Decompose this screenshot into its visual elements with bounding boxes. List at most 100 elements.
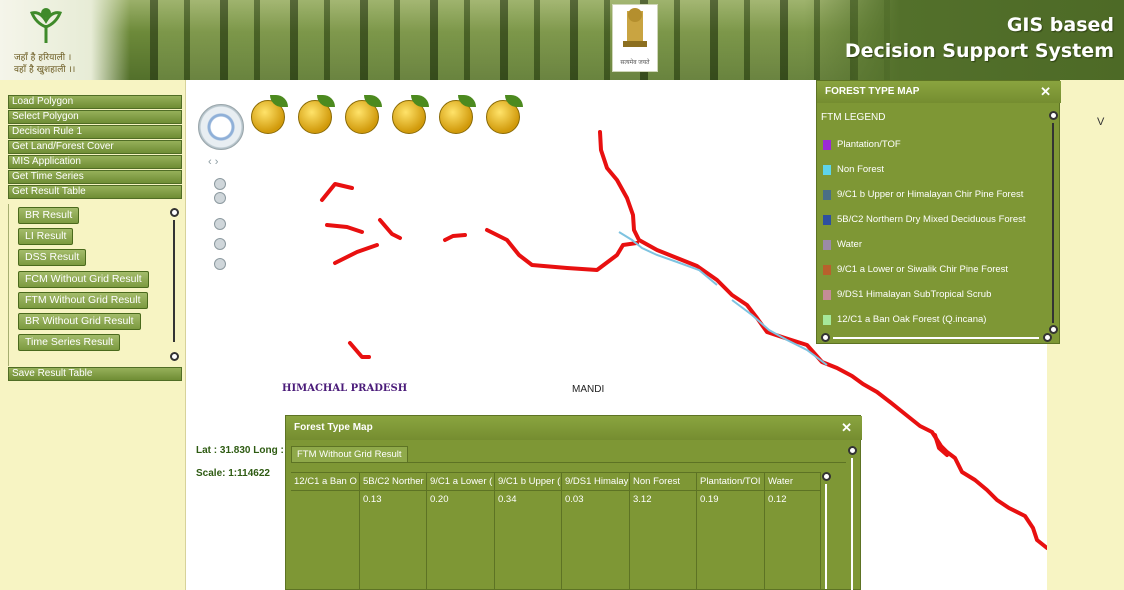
- pan-hand-icon[interactable]: [214, 218, 226, 230]
- legend-subtitle: FTM LEGEND: [821, 112, 886, 123]
- tab-ftm-without-grid[interactable]: FTM Without Grid Result: [291, 446, 408, 463]
- layer-map-icon[interactable]: [251, 95, 288, 134]
- national-emblem: सत्यमेव जयते: [612, 4, 658, 72]
- coordinate-readout: Lat : 31.830 Long : 7: [196, 445, 293, 456]
- legend-item: 5B/C2 Northern Dry Mixed Deciduous Fores…: [823, 213, 1026, 227]
- menu-save-result-table[interactable]: Save Result Table: [8, 367, 182, 381]
- br-without-grid-button[interactable]: BR Without Grid Result: [18, 313, 141, 330]
- legend-swatch: [823, 190, 831, 200]
- emblem-motto: सत्यमेव जयते: [620, 60, 650, 66]
- popup-close-icon[interactable]: ✕: [841, 420, 852, 436]
- menu-land-forest-cover[interactable]: Get Land/Forest Cover: [8, 140, 182, 154]
- legend-swatch: [823, 165, 831, 175]
- legend-swatch: [823, 315, 831, 325]
- stream-f: [348, 341, 371, 359]
- scroll-top-handle[interactable]: [822, 472, 831, 481]
- popup-title: Forest Type Map: [286, 416, 862, 440]
- legend-icon[interactable]: [298, 95, 335, 134]
- slogan-line2: वहाँ है खुशहाली ।।: [14, 65, 76, 75]
- scroll-track-line: [1052, 123, 1054, 323]
- info-icon[interactable]: [439, 95, 476, 134]
- header-banner: जहाँ है हरियाली । वहाँ है खुशहाली ।। सत्…: [0, 0, 1124, 80]
- legend-item: Non Forest: [823, 163, 884, 177]
- grid-header[interactable]: 9/C1 b Upper (: [495, 473, 561, 491]
- grid-header[interactable]: Plantation/TOI: [697, 473, 764, 491]
- grid-header[interactable]: 12/C1 a Ban O: [291, 473, 359, 491]
- legend-vertical-scrollbar[interactable]: [1049, 111, 1059, 335]
- grid-header[interactable]: Water: [765, 473, 820, 491]
- menu-get-time-series[interactable]: Get Time Series: [8, 170, 182, 184]
- stream-e: [443, 233, 467, 242]
- scroll-top-handle[interactable]: [1049, 111, 1058, 120]
- grid-header[interactable]: Non Forest: [630, 473, 696, 491]
- legend-swatch: [823, 290, 831, 300]
- grid-cell: 3.12: [633, 494, 652, 505]
- grid-cell: 0.34: [498, 494, 517, 505]
- state-label: HIMACHAL PRADESH: [282, 383, 408, 394]
- menu-decision-rule[interactable]: Decision Rule 1: [8, 125, 182, 139]
- pan-navigation-wheel[interactable]: [198, 104, 244, 150]
- zoom-box-out-icon[interactable]: [214, 258, 226, 270]
- legend-item: 9/DS1 Himalayan SubTropical Scrub: [823, 288, 991, 302]
- app-window: जहाँ है हरियाली । वहाँ है खुशहाली ।। सत्…: [0, 0, 1124, 590]
- scroll-top-handle[interactable]: [848, 446, 857, 455]
- legend-swatch: [823, 265, 831, 275]
- legend-item: Plantation/TOF: [823, 138, 901, 152]
- pan-arrows-icon[interactable]: ‹ ›: [208, 156, 218, 168]
- menu-mis-application[interactable]: MIS Application: [8, 155, 182, 169]
- tab-divider: [291, 462, 846, 463]
- grid-vertical-scrollbar[interactable]: [822, 472, 832, 590]
- stream-d: [333, 243, 379, 265]
- result-list-scrollbar[interactable]: [170, 208, 180, 362]
- print-icon[interactable]: [486, 95, 523, 134]
- grid-column: 5B/C2 Norther 0.13: [360, 473, 427, 590]
- river-water-2: [731, 299, 828, 366]
- zoom-in-icon[interactable]: [214, 178, 226, 190]
- river-west: [485, 228, 639, 272]
- search-icon[interactable]: [392, 95, 429, 134]
- emblem-icon: [623, 8, 647, 47]
- legend-item: 12/C1 a Ban Oak Forest (Q.incana): [823, 313, 986, 327]
- district-label: MANDI: [572, 384, 605, 395]
- legend-horizontal-scrollbar[interactable]: [821, 333, 1053, 343]
- grid-header[interactable]: 5B/C2 Norther: [360, 473, 426, 491]
- scroll-bottom-handle[interactable]: [170, 352, 179, 361]
- grid-column: Non Forest 3.12: [630, 473, 697, 590]
- app-title-line1: GIS based: [1006, 14, 1114, 36]
- menu-load-polygon[interactable]: Load Polygon: [8, 95, 182, 109]
- grid-cell: 0.03: [565, 494, 584, 505]
- left-panel: Load Polygon Select Polygon Decision Rul…: [0, 80, 186, 590]
- legend-swatch: [823, 215, 831, 225]
- menu-select-polygon[interactable]: Select Polygon: [8, 110, 182, 124]
- menu-get-result-table[interactable]: Get Result Table: [8, 185, 182, 199]
- ftm-without-grid-button[interactable]: FTM Without Grid Result: [18, 292, 148, 309]
- legend-close-icon[interactable]: ✕: [1040, 84, 1051, 100]
- scroll-right-handle[interactable]: [1043, 333, 1052, 342]
- zoom-out-icon[interactable]: [214, 192, 226, 204]
- title-area: GIS based Decision Support System: [804, 0, 1124, 80]
- tree-logo-icon: [29, 8, 63, 43]
- popup-vertical-scrollbar[interactable]: [848, 446, 858, 590]
- river-water: [618, 231, 718, 286]
- scroll-left-handle[interactable]: [821, 333, 830, 342]
- grid-column: 9/C1 b Upper ( 0.34: [495, 473, 562, 590]
- grid-column: Plantation/TOI 0.19: [697, 473, 765, 590]
- layers-icon[interactable]: [345, 95, 382, 134]
- br-result-button[interactable]: BR Result: [18, 207, 80, 224]
- fcm-without-grid-button[interactable]: FCM Without Grid Result: [18, 271, 149, 288]
- grid-header[interactable]: 9/DS1 Himalay: [562, 473, 629, 491]
- grid-header[interactable]: 9/C1 a Lower (: [427, 473, 494, 491]
- time-series-result-button[interactable]: Time Series Result: [18, 334, 121, 351]
- scroll-track-line: [825, 484, 827, 589]
- zoom-slider[interactable]: [214, 178, 226, 278]
- scroll-top-handle[interactable]: [170, 208, 179, 217]
- li-result-button[interactable]: LI Result: [18, 228, 74, 245]
- legend-item: Water: [823, 238, 862, 252]
- legend-swatch: [823, 240, 831, 250]
- grid-cell: 0.20: [430, 494, 449, 505]
- stream-c: [378, 218, 402, 240]
- forest-type-map-popup: Forest Type Map ✕ FTM Without Grid Resul…: [285, 415, 862, 590]
- legend-title: FOREST TYPE MAP: [817, 81, 1061, 103]
- dss-result-button[interactable]: DSS Result: [18, 249, 87, 266]
- zoom-box-in-icon[interactable]: [214, 238, 226, 250]
